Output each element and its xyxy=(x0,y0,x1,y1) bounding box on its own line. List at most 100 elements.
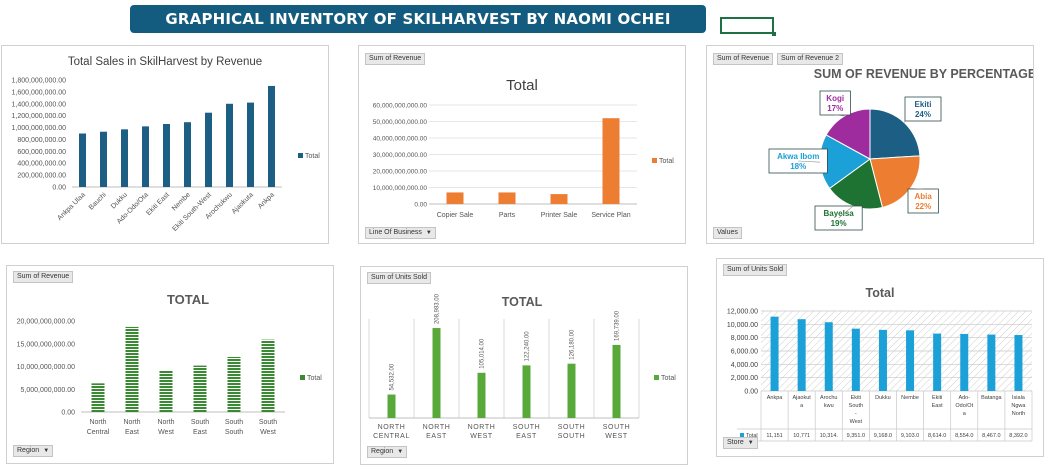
data-label: 54,532.00 xyxy=(390,363,396,390)
x-tick-label: Isiala xyxy=(1012,395,1026,401)
x-tick-label: SOUTH xyxy=(603,424,631,431)
y-tick-label: 1,000,000,000.00 xyxy=(12,125,67,132)
region-label: Region xyxy=(371,448,394,455)
x-tick-label: East xyxy=(932,403,943,409)
x-tick-label: a xyxy=(963,411,967,417)
bar xyxy=(824,322,833,391)
field-button-region[interactable]: Region ▼ xyxy=(13,445,54,457)
bar xyxy=(184,122,191,187)
x-tick-label: North xyxy=(89,419,106,426)
y-tick-label: 10,000,000,000.00 xyxy=(17,364,75,371)
x-tick-label: Dukku xyxy=(875,395,891,401)
x-tick-label-line2: WEST xyxy=(470,433,493,440)
chart-units-sold-by-region[interactable]: Sum of Units Sold TOTAL 54,532.00 NORTH CEN… xyxy=(360,266,688,465)
data-label: 126,180.00 xyxy=(570,329,576,360)
bar xyxy=(602,118,620,204)
bar xyxy=(906,330,915,391)
table-value: 8,392.0 xyxy=(1009,433,1027,439)
x-tick-label: North xyxy=(157,419,174,426)
data-callout-percent: 22% xyxy=(915,202,931,211)
data-label: 105,014.00 xyxy=(480,338,486,369)
legend-total-swatch xyxy=(654,375,659,380)
y-tick-label: 1,400,000,000.00 xyxy=(12,101,67,108)
x-tick-label-line2: EAST xyxy=(426,433,447,440)
dropdown-arrow-icon: ▼ xyxy=(425,230,432,236)
chart-title: Total xyxy=(506,77,538,94)
x-tick-label-line2: CENTRAL xyxy=(373,433,410,440)
x-tick-label: Ajaokut xyxy=(792,395,811,401)
y-tick-label: 600,000,000.00 xyxy=(17,149,66,156)
region-label: Region xyxy=(17,447,40,454)
table-value: 9,351.0 xyxy=(847,433,865,439)
data-callout-name: Akwa Ibom xyxy=(777,152,819,161)
chart-title: Total xyxy=(866,286,895,300)
data-callout-name: Bayelsa xyxy=(823,209,854,218)
data-callout-name: Abia xyxy=(915,192,933,201)
x-tick-label-line2: SOUTH xyxy=(558,433,586,440)
data-callout-percent: 18% xyxy=(790,162,806,171)
y-tick-label: 40,000,000,000.00 xyxy=(373,136,428,143)
field-button-values[interactable]: Values xyxy=(713,227,742,239)
bar xyxy=(91,383,105,412)
x-tick-label: Ankpa xyxy=(767,395,784,401)
bar xyxy=(797,319,806,391)
bar xyxy=(960,333,969,391)
bar xyxy=(477,372,486,418)
y-tick-label: 10,000,000,000.00 xyxy=(373,185,428,192)
bar xyxy=(261,339,275,412)
chart-revenue-by-percentage[interactable]: Sum of Revenue Sum of Revenue 2 SUM OF R… xyxy=(706,45,1034,244)
bar xyxy=(163,123,170,187)
field-button-line-of-business[interactable]: Line Of Business ▼ xyxy=(365,227,436,239)
active-cell-selector[interactable] xyxy=(720,17,776,36)
legend-total-label: Total xyxy=(659,158,674,165)
x-tick-label: Ankpa xyxy=(257,191,276,210)
bar xyxy=(878,329,887,391)
table-value: 10,314. xyxy=(820,433,839,439)
table-value: 11,151 xyxy=(766,433,782,439)
bar xyxy=(1014,335,1023,391)
field-button-region[interactable]: Region ▼ xyxy=(367,446,408,458)
table-value: 9,103.0 xyxy=(901,433,919,439)
bar xyxy=(227,356,241,412)
y-tick-label: 2,000.00 xyxy=(731,375,758,382)
chart-revenue-by-line-of-business[interactable]: Sum of Revenue Total 0.00 10,000,000,000.0… xyxy=(358,45,686,244)
y-tick-label: 20,000,000,000.00 xyxy=(373,169,428,176)
chart-title: TOTAL xyxy=(502,295,543,309)
legend-total-label: Total xyxy=(305,153,320,160)
bar xyxy=(142,126,149,187)
y-tick-label: 200,000,000.00 xyxy=(17,173,66,180)
chart-units-sold-by-store[interactable]: Sum of Units Sold Total 0.00 2,000.00 4,000… xyxy=(716,258,1044,457)
x-tick-label: NORTH xyxy=(378,424,406,431)
bar xyxy=(612,344,621,418)
bar xyxy=(498,192,516,204)
x-tick-label: Service Plan xyxy=(591,212,630,219)
x-tick-label: Nembe xyxy=(901,395,919,401)
x-tick-label: South xyxy=(259,419,277,426)
y-tick-label: 5,000,000,000.00 xyxy=(21,387,76,394)
chart-total-sales-by-store[interactable]: Total Sales in SkilHarvest by Revenue 0.0… xyxy=(1,45,329,244)
x-tick-label: Ado- xyxy=(958,395,970,401)
x-tick-label: SOUTH xyxy=(558,424,586,431)
bar xyxy=(387,394,396,418)
filter-icon: ▼ xyxy=(747,440,754,446)
y-tick-label: 10,000.00 xyxy=(727,322,758,329)
table-value: 9,168.0 xyxy=(874,433,892,439)
chart-line-of-business-svg: Total 0.00 10,000,000,000.00 20,000,000,000… xyxy=(373,77,674,219)
chart-region-revenue-svg: TOTAL 0.00 5,000,000,000.00 10,000,000,000.… xyxy=(17,292,323,436)
x-tick-label-line2: South xyxy=(225,429,243,436)
chart-revenue-by-region[interactable]: Sum of Revenue TOTAL 0.00 5,000,000,000.00… xyxy=(6,265,334,464)
bar xyxy=(268,85,275,187)
bar xyxy=(446,192,464,204)
data-label: 122,240.00 xyxy=(525,331,531,362)
chart-store-units-svg: Total 0.00 2,000.00 4,000.00 6,000.00 8,000.0… xyxy=(727,286,1033,442)
x-tick-label: a xyxy=(800,403,804,409)
legend-total-label: Total xyxy=(307,375,322,382)
chart-region-units-svg: TOTAL 54,532.00 NORTH CENTRAL 208,983.00 NORT… xyxy=(368,293,676,440)
chart-title: TOTAL xyxy=(167,292,209,307)
chart-title: SUM OF REVENUE BY PERCENTAGE xyxy=(814,67,1033,81)
field-button-store[interactable]: Store ▼ xyxy=(723,437,758,449)
y-tick-label: 30,000,000,000.00 xyxy=(373,152,428,159)
x-tick-label: South xyxy=(225,419,243,426)
bar xyxy=(432,328,441,418)
x-tick-label: West xyxy=(850,419,863,425)
